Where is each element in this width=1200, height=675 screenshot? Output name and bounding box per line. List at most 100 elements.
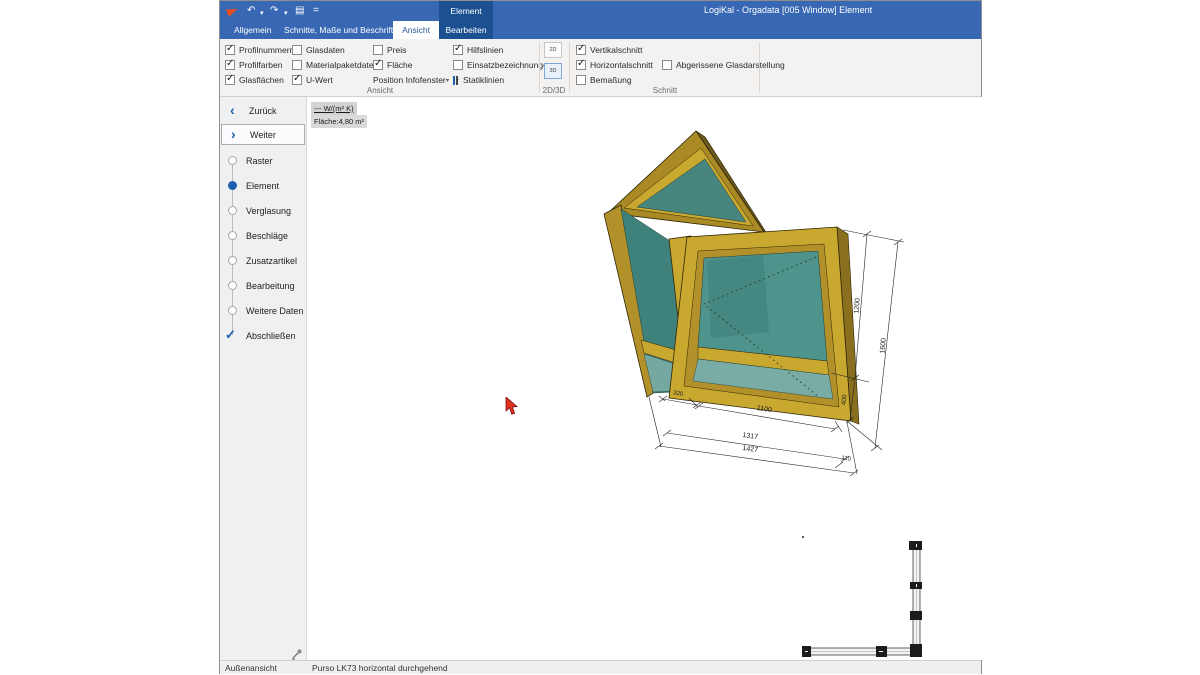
checkbox-label: Bemaßung: [590, 75, 632, 85]
quick-access-more-icon[interactable]: =: [313, 2, 319, 20]
logikal-logo-icon[interactable]: [226, 5, 239, 17]
checkbox-horizontalschnitt[interactable]: [576, 60, 586, 70]
group-label-2d3d: 2D/3D: [538, 86, 570, 95]
checkbox-label: Profilfarben: [239, 60, 282, 70]
step-label: Beschläge: [246, 230, 288, 242]
checkbox-label: Profilnummern: [239, 45, 294, 55]
statiklinien-toggle[interactable]: ▾Statiklinien: [446, 74, 504, 86]
tab-ansicht[interactable]: Ansicht: [393, 21, 439, 39]
sidebar-item-verglasung[interactable]: Verglasung: [220, 205, 307, 217]
area-info-label: Fläche:4,80 m²: [311, 115, 367, 128]
checkbox-label: Abgerissene Glasdarstellung: [676, 60, 785, 70]
checkbox-label: Glasflächen: [239, 75, 284, 85]
statiklinien-label: Statiklinien: [463, 75, 504, 85]
view-3d-button[interactable]: 3D: [544, 63, 562, 79]
checkbox-abgerissene-glasdarstellung[interactable]: [662, 60, 672, 70]
checkbox-label: Materialpaketdaten: [306, 60, 378, 70]
sidebar-item-weitere-daten[interactable]: Weitere Daten: [220, 305, 307, 317]
element-3d-drawing: 1200 400 1600 320 1100: [307, 97, 983, 660]
checkbox-label: Vertikalschnitt: [590, 45, 642, 55]
title-bar: ↶ ▾ ↷ ▾ ▤ = Element LogiKal - Orgadata […: [220, 1, 981, 21]
view-mode-label: Außenansicht: [225, 663, 277, 673]
step-circle-icon: [228, 206, 237, 215]
dropdown-label: Position Infofenster: [373, 75, 446, 85]
tab-bearbeiten[interactable]: Bearbeiten: [439, 21, 493, 39]
checkbox-preis[interactable]: [373, 45, 383, 55]
step-circle-icon: [228, 156, 237, 165]
logikal-window: ↶ ▾ ↷ ▾ ▤ = Element LogiKal - Orgadata […: [219, 0, 982, 674]
corner-section-drawing: [802, 536, 922, 657]
left-pane-shape: [604, 205, 695, 397]
checkbox-materialpaketdaten[interactable]: [292, 60, 302, 70]
checkbox-label: Hilfslinien: [467, 45, 503, 55]
checkbox-einsatzbezeichnungen[interactable]: [453, 60, 463, 70]
group-separator: [759, 42, 760, 92]
back-button[interactable]: ‹ Zurück: [221, 101, 305, 122]
undo-icon[interactable]: ↶: [247, 2, 255, 20]
step-circle-icon: [228, 256, 237, 265]
dimension-lines: 1200 400 1600 320 1100: [649, 230, 904, 476]
tab-allgemein[interactable]: Allgemein: [228, 21, 277, 39]
sidebar-item-bearbeitung[interactable]: Bearbeitung: [220, 280, 307, 292]
profile-system-label: Purso LK73 horizontal durchgehend: [312, 663, 448, 673]
checkbox-flaeche[interactable]: [373, 60, 383, 70]
checkbox-profilnummern[interactable]: [225, 45, 235, 55]
check-icon: ✓: [225, 327, 236, 343]
desktop: ↶ ▾ ↷ ▾ ▤ = Element LogiKal - Orgadata […: [0, 0, 1200, 675]
chevron-right-icon: ›: [231, 125, 236, 144]
checkbox-vertikalschnitt[interactable]: [576, 45, 586, 55]
sidebar-item-beschlaege[interactable]: Beschläge: [220, 230, 307, 242]
status-bar: Außenansicht Purso LK73 horizontal durch…: [220, 660, 981, 674]
pin-icon[interactable]: [291, 648, 303, 660]
statiklinien-icon: [453, 76, 458, 85]
step-label: Abschließen: [246, 330, 296, 342]
window-style-icon[interactable]: ▤: [295, 2, 304, 20]
svg-text:110: 110: [841, 455, 852, 462]
next-button[interactable]: › Weiter: [221, 124, 305, 145]
checkbox-hilfslinien[interactable]: [453, 45, 463, 55]
group-separator: [569, 42, 570, 92]
svg-text:320: 320: [673, 390, 684, 398]
svg-text:1427: 1427: [742, 445, 759, 454]
step-label: Verglasung: [246, 205, 291, 217]
checkbox-u-wert[interactable]: [292, 75, 302, 85]
checkbox-label: Fläche: [387, 60, 413, 70]
checkbox-label: Horizontalschnitt: [590, 60, 653, 70]
step-circle-icon: [228, 181, 237, 190]
svg-text:400: 400: [841, 394, 849, 406]
step-label: Raster: [246, 155, 273, 167]
mullion-shape: [669, 236, 707, 397]
mouse-cursor-icon: [505, 397, 519, 416]
back-label: Zurück: [249, 101, 277, 122]
sidebar-item-element[interactable]: Element: [220, 180, 307, 192]
view-2d-button[interactable]: 2D: [544, 42, 562, 58]
checkbox-label: Glasdaten: [306, 45, 345, 55]
step-label: Zusatzartikel: [246, 255, 297, 267]
group-label-ansicht: Ansicht: [220, 86, 540, 95]
sidebar-item-abschliessen[interactable]: ✓ Abschließen: [220, 330, 307, 342]
checkbox-bemassung[interactable]: [576, 75, 586, 85]
svg-text:1200: 1200: [853, 298, 861, 314]
checkbox-glasdaten[interactable]: [292, 45, 302, 55]
checkbox-label: U-Wert: [306, 75, 333, 85]
checkbox-label: Preis: [387, 45, 406, 55]
u-value-link[interactable]: --- W/(m² K): [311, 102, 357, 115]
step-circle-icon: [228, 306, 237, 315]
svg-text:1600: 1600: [879, 338, 887, 354]
main-area: ‹ Zurück › Weiter Raster Element Verglas…: [220, 97, 981, 660]
group-separator: [539, 42, 540, 92]
contextual-tab-group: Element: [439, 1, 493, 21]
redo-icon[interactable]: ↷: [270, 2, 278, 20]
main-pane-shape: [669, 227, 859, 424]
checkbox-glasflaechen[interactable]: [225, 75, 235, 85]
ribbon: Profilnummern Profilfarben Glasflächen G…: [220, 39, 981, 97]
sidebar-item-zusatzartikel[interactable]: Zusatzartikel: [220, 255, 307, 267]
next-label: Weiter: [250, 125, 276, 146]
checkbox-profilfarben[interactable]: [225, 60, 235, 70]
tilted-sash-shape: [608, 131, 769, 237]
sidebar-item-raster[interactable]: Raster: [220, 155, 307, 167]
ribbon-tab-row: Allgemein Schnitte, Maße und Beschriftun…: [220, 21, 981, 39]
drawing-canvas[interactable]: --- W/(m² K) Fläche:4,80 m²: [307, 97, 983, 660]
svg-text:1100: 1100: [756, 405, 772, 414]
step-label: Weitere Daten: [246, 305, 303, 317]
